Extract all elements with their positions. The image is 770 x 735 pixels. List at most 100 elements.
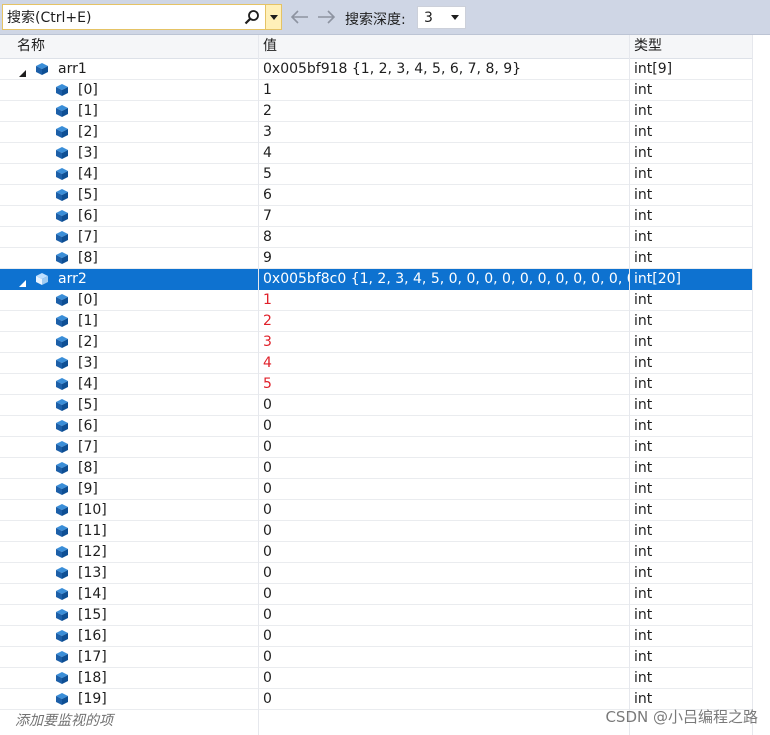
watch-row-element[interactable]: [9] 0 int (0, 479, 753, 500)
column-header-value[interactable]: 值 (258, 35, 629, 58)
watch-row-element[interactable]: [17] 0 int (0, 647, 753, 668)
collapse-triangle-icon[interactable] (18, 274, 27, 287)
search-options-dropdown[interactable] (265, 4, 282, 30)
row-name-cell: [7] (0, 437, 257, 457)
row-value[interactable]: 0 (263, 605, 629, 625)
row-value[interactable]: 2 (263, 101, 629, 121)
row-value[interactable]: 7 (263, 206, 629, 226)
variable-cube-icon (55, 125, 69, 139)
row-value[interactable]: 0 (263, 500, 629, 520)
row-value[interactable]: 0 (263, 689, 629, 709)
row-value[interactable]: 0 (263, 626, 629, 646)
watch-row-element[interactable]: [3] 4 int (0, 143, 753, 164)
row-value[interactable]: 3 (263, 122, 629, 142)
row-name-cell: [3] (0, 353, 257, 373)
row-value[interactable]: 0x005bf918 {1, 2, 3, 4, 5, 6, 7, 8, 9} (263, 59, 629, 79)
search-previous-button[interactable] (290, 7, 310, 27)
row-value[interactable]: 0 (263, 437, 629, 457)
watch-row-element[interactable]: [12] 0 int (0, 542, 753, 563)
row-value[interactable]: 1 (263, 290, 629, 310)
watch-row-element[interactable]: [7] 8 int (0, 227, 753, 248)
row-type: int (634, 502, 653, 518)
watch-row-element[interactable]: [3] 4 int (0, 353, 753, 374)
row-value[interactable]: 0 (263, 542, 629, 562)
row-value[interactable]: 4 (263, 353, 629, 373)
variable-cube-icon (55, 503, 69, 517)
row-value[interactable]: 0x005bf8c0 {1, 2, 3, 4, 5, 0, 0, 0, 0, 0… (263, 269, 629, 289)
row-name: [8] (78, 250, 98, 266)
watch-row-element[interactable]: [2] 3 int (0, 332, 753, 353)
variable-cube-icon (55, 167, 69, 181)
watch-row-element[interactable]: [5] 0 int (0, 395, 753, 416)
row-value[interactable]: 0 (263, 416, 629, 436)
row-value[interactable]: 0 (263, 395, 629, 415)
watch-row-element[interactable]: [11] 0 int (0, 521, 753, 542)
column-divider[interactable] (258, 35, 259, 735)
watermark: CSDN @小吕编程之路 (605, 708, 758, 726)
row-type: int (634, 187, 653, 203)
row-value[interactable]: 1 (263, 80, 629, 100)
watch-row-element[interactable]: [5] 6 int (0, 185, 753, 206)
search-icon[interactable] (241, 6, 263, 28)
row-value[interactable]: 4 (263, 143, 629, 163)
row-value[interactable]: 8 (263, 227, 629, 247)
watch-row-variable[interactable]: arr2 0x005bf8c0 {1, 2, 3, 4, 5, 0, 0, 0, … (0, 269, 753, 290)
row-value[interactable]: 0 (263, 668, 629, 688)
watch-row-variable[interactable]: arr1 0x005bf918 {1, 2, 3, 4, 5, 6, 7, 8, … (0, 59, 753, 80)
watch-row-element[interactable]: [10] 0 int (0, 500, 753, 521)
column-header-type[interactable]: 类型 (629, 35, 753, 58)
row-value[interactable]: 0 (263, 458, 629, 478)
watch-row-element[interactable]: [6] 7 int (0, 206, 753, 227)
row-value[interactable]: 0 (263, 479, 629, 499)
row-type: int (634, 334, 653, 350)
row-value[interactable]: 6 (263, 185, 629, 205)
watch-row-element[interactable]: [1] 2 int (0, 101, 753, 122)
watch-row-element[interactable]: [0] 1 int (0, 290, 753, 311)
row-value[interactable]: 3 (263, 332, 629, 352)
watch-row-element[interactable]: [13] 0 int (0, 563, 753, 584)
row-value[interactable]: 2 (263, 311, 629, 331)
row-type: int (634, 481, 653, 497)
watch-row-element[interactable]: [8] 9 int (0, 248, 753, 269)
watch-row-element[interactable]: [4] 5 int (0, 374, 753, 395)
collapse-triangle-icon[interactable] (18, 64, 27, 77)
watch-row-element[interactable]: [16] 0 int (0, 626, 753, 647)
row-type: int (634, 418, 653, 434)
watch-row-element[interactable]: [0] 1 int (0, 80, 753, 101)
row-type: int (634, 166, 653, 182)
variable-cube-icon (55, 461, 69, 475)
variable-cube-icon (55, 587, 69, 601)
row-type: int (634, 670, 653, 686)
row-name-cell: [1] (0, 311, 257, 331)
watch-row-element[interactable]: [2] 3 int (0, 122, 753, 143)
row-type: int (634, 628, 653, 644)
search-depth-select[interactable]: 3 (417, 6, 466, 29)
row-value[interactable]: 0 (263, 563, 629, 583)
row-value[interactable]: 9 (263, 248, 629, 268)
row-value[interactable]: 0 (263, 647, 629, 667)
row-type: int (634, 229, 653, 245)
watch-row-element[interactable]: [1] 2 int (0, 311, 753, 332)
row-value[interactable]: 0 (263, 521, 629, 541)
search-input[interactable]: 搜索(Ctrl+E) (3, 7, 241, 27)
chevron-down-icon (269, 14, 278, 20)
row-value[interactable]: 0 (263, 584, 629, 604)
chevron-down-icon (451, 15, 459, 20)
watch-row-element[interactable]: [18] 0 int (0, 668, 753, 689)
watch-row-element[interactable]: [14] 0 int (0, 584, 753, 605)
search-next-button[interactable] (316, 7, 336, 27)
column-header-name[interactable]: 名称 (12, 35, 258, 58)
watch-row-element[interactable]: [6] 0 int (0, 416, 753, 437)
watch-row-element[interactable]: [15] 0 int (0, 605, 753, 626)
row-name-cell: [2] (0, 122, 257, 142)
column-divider[interactable] (629, 35, 630, 735)
search-box[interactable]: 搜索(Ctrl+E) (2, 4, 266, 30)
row-value[interactable]: 5 (263, 374, 629, 394)
row-value[interactable]: 5 (263, 164, 629, 184)
watch-row-element[interactable]: [4] 5 int (0, 164, 753, 185)
variable-cube-icon (55, 650, 69, 664)
row-type: int (634, 544, 653, 560)
row-type: int (634, 124, 653, 140)
watch-row-element[interactable]: [7] 0 int (0, 437, 753, 458)
watch-row-element[interactable]: [8] 0 int (0, 458, 753, 479)
